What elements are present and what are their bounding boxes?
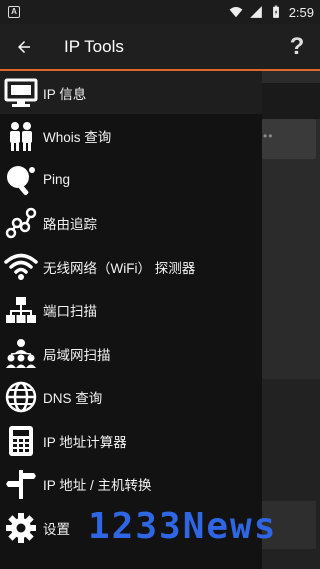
route-icon [0,206,42,240]
menu-item-label: Ping [43,172,71,187]
menu-item-label: 路由追踪 [43,216,97,232]
menu-item-label: 局域网扫描 [43,347,111,363]
menu-item-ip-info[interactable]: IP 信息 [0,71,262,114]
back-button[interactable] [0,24,48,69]
menu-item-wifi-scanner[interactable]: 无线网络（WiFi） 探测器 [0,245,262,288]
menu-item-label: Whois 查询 [43,129,112,145]
menu-item-port-scan[interactable]: 端口扫描 [0,288,262,331]
menu-item-ping[interactable]: Ping [0,158,262,201]
background-card [262,83,320,119]
menu-item-label: IP 信息 [43,86,87,102]
menu-item-dns-lookup[interactable]: DNS 查询 [0,375,262,418]
ping-pong-icon [0,163,42,197]
app-bar: IP Tools ? [0,24,320,69]
people-icon [0,119,42,153]
menu-item-label: IP 地址 / 主机转换 [43,477,152,493]
menu-item-whois[interactable]: Whois 查询 [0,114,262,157]
globe-icon [0,380,42,414]
cell-signal-icon [249,6,262,18]
app-title: IP Tools [64,36,124,56]
wifi-icon [0,250,42,284]
menu-item-traceroute[interactable]: 路由追踪 [0,201,262,244]
arrow-back-icon [18,40,30,53]
help-button[interactable]: ? [274,24,320,69]
menu-item-label: 无线网络（WiFi） 探测器 [43,260,196,276]
menu-item-ip-host-converter[interactable]: IP 地址 / 主机转换 [0,462,262,505]
status-bar: A 2:59 [0,0,320,24]
menu-item-lan-scan[interactable]: 局域网扫描 [0,332,262,375]
monitor-icon [0,76,42,110]
navigation-drawer: IP 信息 Whois 查询 Ping 路由追踪 无线网络（WiFi） 探测器 … [0,71,262,569]
battery-icon [272,5,279,18]
watermark: 1233News [88,506,278,547]
menu-item-label: 端口扫描 [43,303,97,319]
menu-item-label: DNS 查询 [43,390,103,406]
menu-item-ip-calculator[interactable]: IP 地址计算器 [0,419,262,462]
menu-item-label: 设置 [43,521,70,537]
notification-icon: A [8,6,20,18]
wifi-signal-icon [229,7,243,18]
calculator-icon [0,424,42,458]
gear-icon [0,511,42,545]
menu-item-label: IP 地址计算器 [43,434,127,450]
more-icon: •• [263,129,274,143]
lan-people-icon [0,337,42,371]
clock: 2:59 [288,4,314,20]
network-tree-icon [0,293,42,327]
signpost-icon [0,467,42,501]
